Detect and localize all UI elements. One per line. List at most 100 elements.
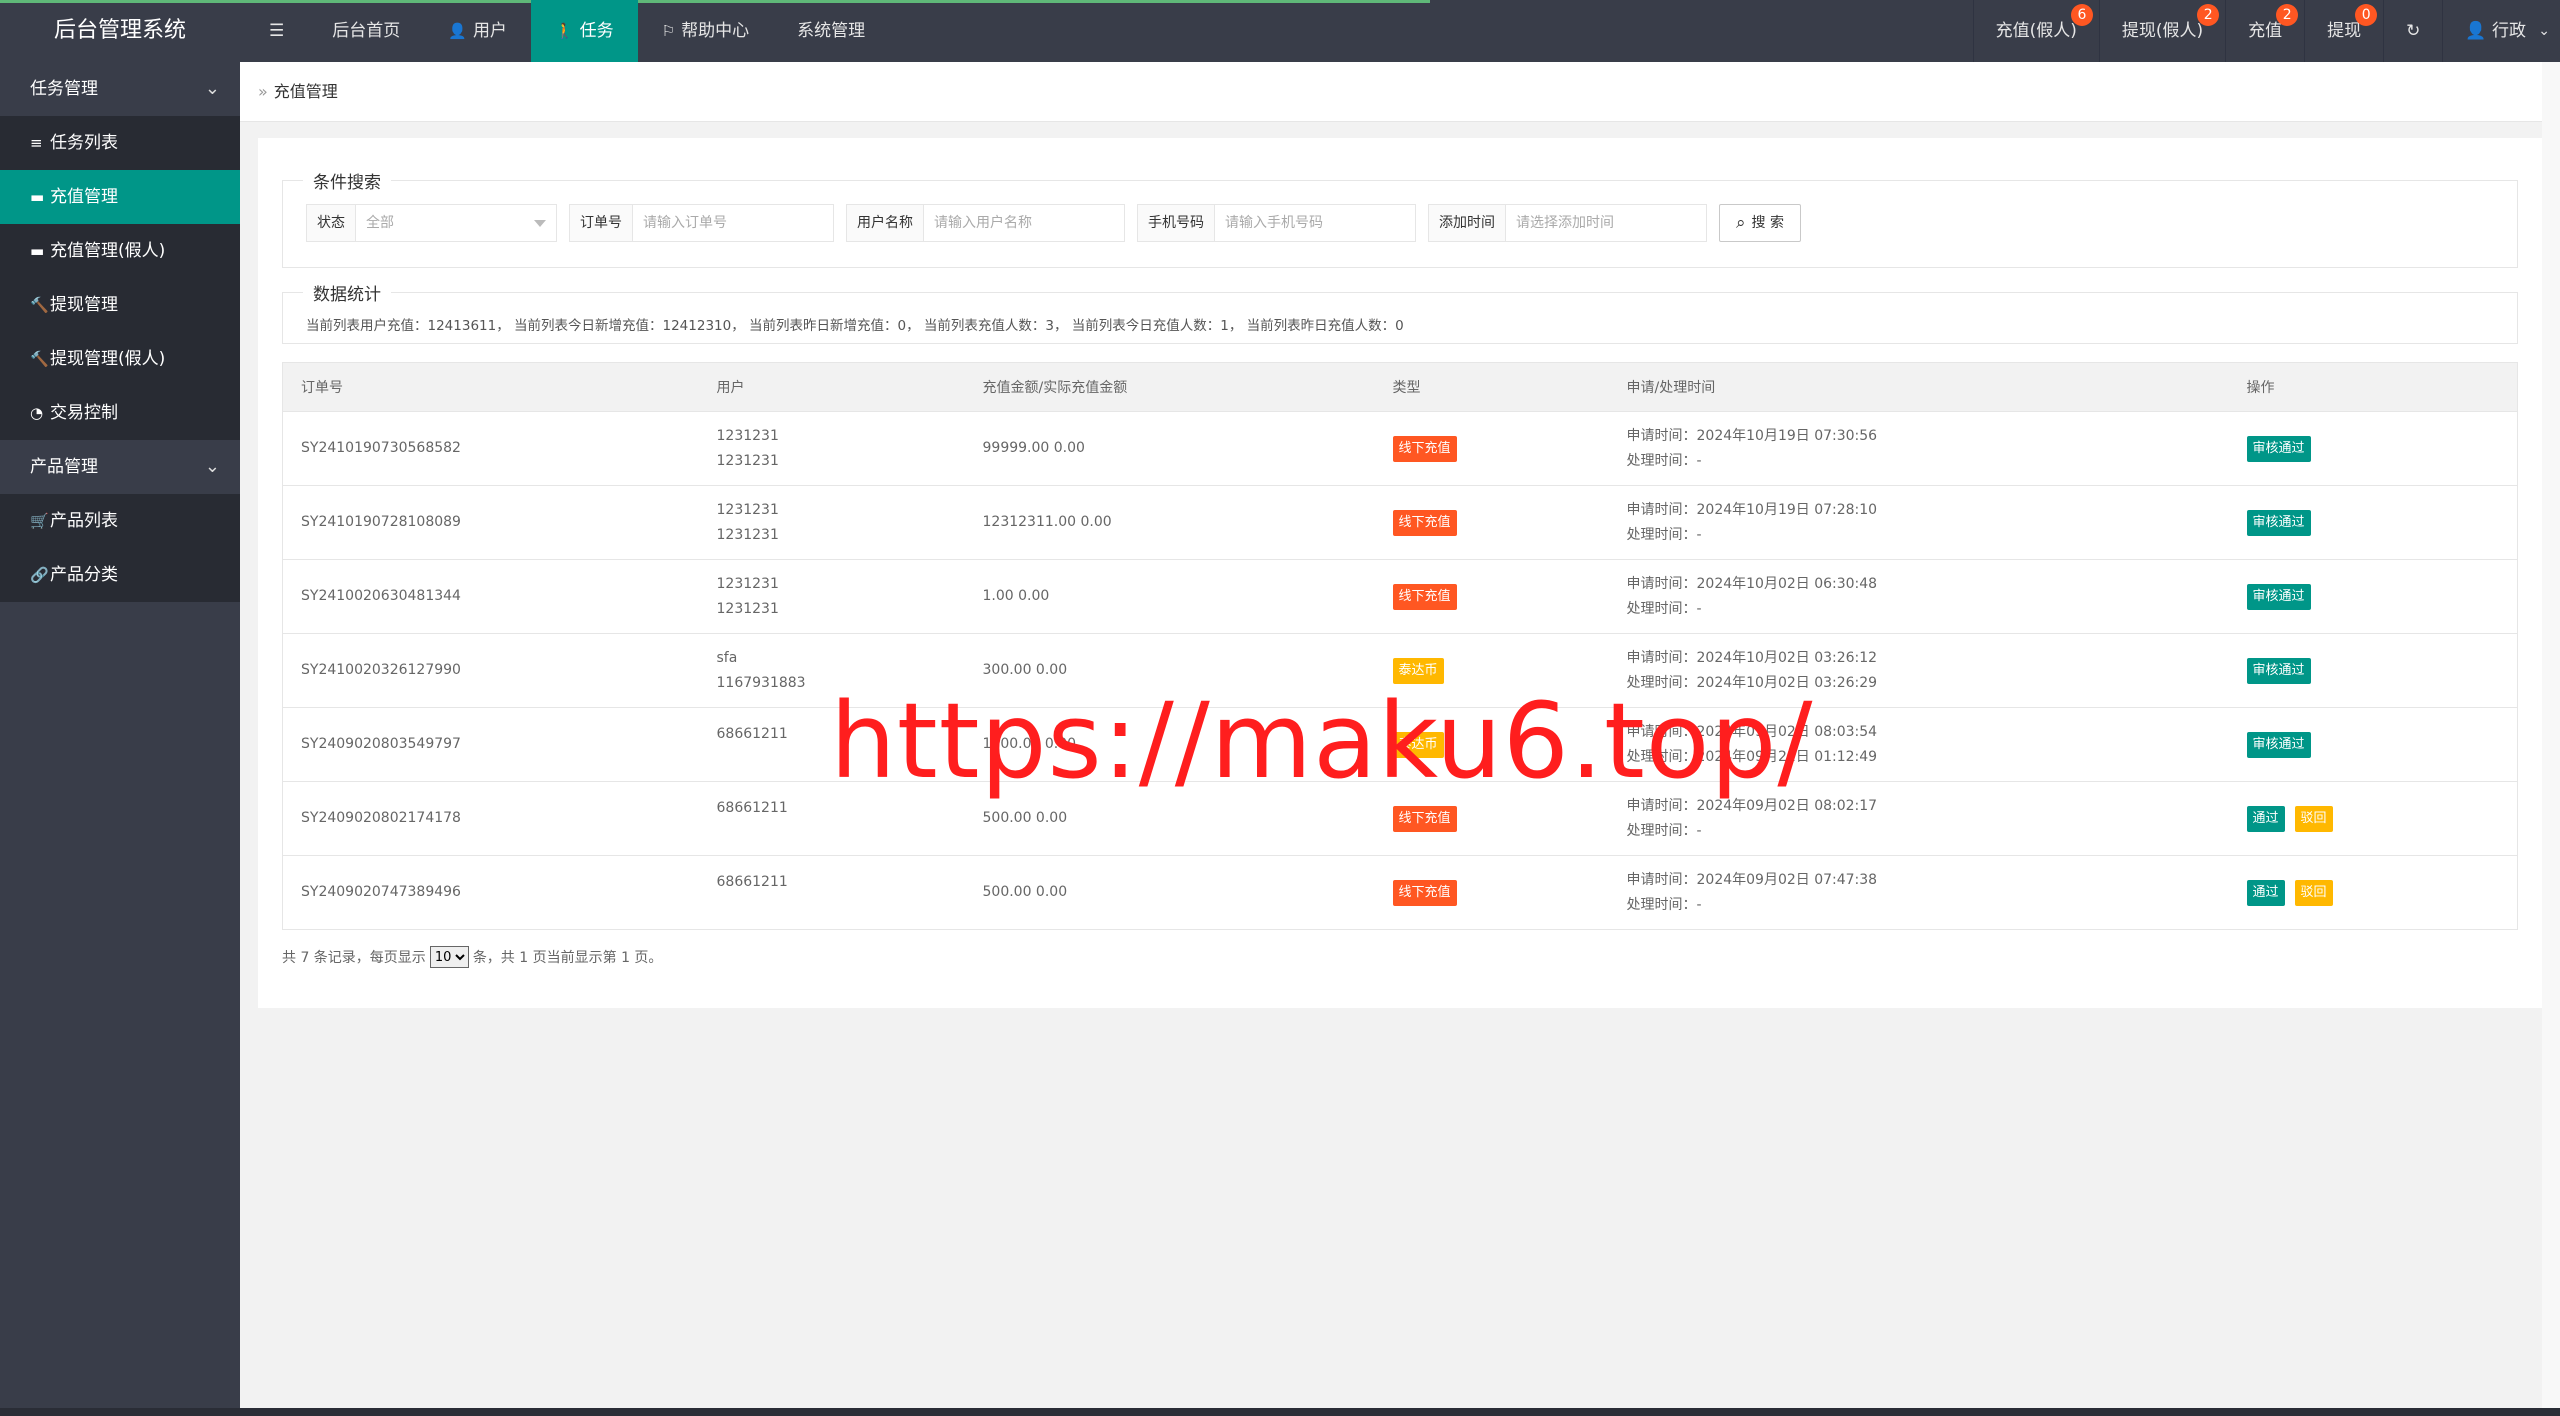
table-row: SY2409020747389496 68661211 500.00 0.00 … xyxy=(282,855,2518,930)
order-cell: SY2410020630481344 xyxy=(282,559,699,634)
nav-home[interactable]: 后台首页 xyxy=(308,0,424,62)
stats-fieldset: 数据统计 xyxy=(282,280,2518,344)
stats-text: 当前列表用户充值：12413611， 当前列表今日新增充值：12412310， … xyxy=(306,318,1404,334)
refresh-button[interactable]: ↻ xyxy=(2383,0,2442,62)
caret-down-icon xyxy=(534,220,546,227)
user-icon: 👤 xyxy=(2465,21,2487,41)
actions-cell: 审核通过 xyxy=(2228,707,2518,782)
time-cell: 申请时间：2024年10月02日 06:30:48 处理时间：- xyxy=(1608,559,2229,634)
amount-cell: 99999.00 0.00 xyxy=(964,411,1375,486)
order-input[interactable] xyxy=(633,205,833,241)
table-row: SY2410190730568582 1231231 1231231 99999.… xyxy=(282,411,2518,486)
sidebar-item-withdraw[interactable]: 🔨提现管理 xyxy=(0,278,240,332)
count-badge: 6 xyxy=(2070,4,2093,26)
pass-button[interactable]: 通过 xyxy=(2246,879,2285,906)
chevron-down-icon: ⌄ xyxy=(204,456,220,477)
approve-button[interactable]: 审核通过 xyxy=(2246,509,2311,536)
sidebar-item-recharge-fake[interactable]: ▬ 充值管理(假人) xyxy=(0,224,240,278)
reject-button[interactable]: 驳回 xyxy=(2294,879,2333,906)
approve-button[interactable]: 审核通过 xyxy=(2246,657,2311,684)
phone-input[interactable] xyxy=(1215,205,1415,241)
approve-button[interactable]: 审核通过 xyxy=(2246,583,2311,610)
chevron-down-icon: ⌄ xyxy=(204,78,220,99)
col-user: 用户 xyxy=(698,362,965,412)
nav-task[interactable]: 🚶 任务 xyxy=(530,0,638,62)
search-button[interactable]: ⌕ 搜 索 xyxy=(1719,204,1801,242)
count-badge: 2 xyxy=(2276,4,2299,26)
username-filter: 用户名称 xyxy=(846,204,1125,242)
type-cell: 线下充值 xyxy=(1374,855,1609,930)
col-order: 订单号 xyxy=(282,362,699,412)
pagination: 共 7 条记录，每页显示 10 条，共 1 页当前显示第 1 页。 xyxy=(282,946,662,968)
nav-system[interactable]: 系统管理 xyxy=(773,0,889,62)
pass-button[interactable]: 通过 xyxy=(2246,805,2285,832)
type-cell: 线下充值 xyxy=(1374,559,1609,634)
sidebar-item-product-category[interactable]: 🔗产品分类 xyxy=(0,548,240,602)
cart-icon: 🛒 xyxy=(30,512,49,530)
list-icon: ≡ xyxy=(30,134,43,152)
sidebar-item-product-list[interactable]: 🛒产品列表 xyxy=(0,494,240,548)
breadcrumb: » 充值管理 xyxy=(240,62,2560,122)
approve-button[interactable]: 审核通过 xyxy=(2246,435,2311,462)
time-label: 添加时间 xyxy=(1429,205,1506,241)
phone-label: 手机号码 xyxy=(1138,205,1215,241)
order-label: 订单号 xyxy=(570,205,633,241)
type-tag: 线下充值 xyxy=(1392,879,1457,906)
breadcrumb-current: 充值管理 xyxy=(273,82,338,101)
table-row: SY2410190728108089 1231231 1231231 123123… xyxy=(282,485,2518,560)
order-cell: SY2410020326127990 xyxy=(282,633,699,708)
type-tag: 线下充值 xyxy=(1392,435,1457,462)
status-select[interactable]: 全部 xyxy=(356,205,556,241)
sidebar-item-recharge[interactable]: ▬ 充值管理 xyxy=(0,170,240,224)
walk-icon: 🚶 xyxy=(554,22,574,40)
actions-cell: 通过 驳回 xyxy=(2228,855,2518,930)
sidebar-item-trade-control[interactable]: ◔ 交易控制 xyxy=(0,386,240,440)
nav-recharge-fake[interactable]: 充值(假人) 6 xyxy=(1972,0,2099,62)
nav-withdraw-fake[interactable]: 提现(假人) 2 xyxy=(2098,0,2225,62)
taskbar-strip xyxy=(0,1408,2560,1416)
time-cell: 申请时间：2024年10月19日 07:28:10 处理时间：- xyxy=(1608,485,2229,560)
nav-user[interactable]: 👤 用户 xyxy=(424,0,531,62)
approve-button[interactable]: 审核通过 xyxy=(2246,731,2311,758)
actions-cell: 审核通过 xyxy=(2228,411,2518,486)
type-tag: 线下充值 xyxy=(1392,805,1457,832)
status-filter: 状态 全部 xyxy=(306,204,557,242)
sidebar-item-task-list[interactable]: ≡ 任务列表 xyxy=(0,116,240,170)
scrollbar[interactable] xyxy=(2542,62,2560,1408)
order-filter: 订单号 xyxy=(569,204,834,242)
double-chevron-icon: » xyxy=(258,82,268,101)
sidebar-group-product[interactable]: 产品管理 ⌄ xyxy=(0,440,240,494)
time-input[interactable] xyxy=(1506,205,1706,241)
search-form: 状态 全部 订单号 用户名称 手机号码 添加时间 ⌕搜 索 xyxy=(306,204,1801,242)
col-amount: 充值金额/实际充值金额 xyxy=(964,362,1375,412)
order-cell: SY2410190730568582 xyxy=(282,411,699,486)
username-input[interactable] xyxy=(924,205,1124,241)
nav-recharge[interactable]: 充值 2 xyxy=(2225,0,2304,62)
chat-icon: ▬ xyxy=(30,188,45,206)
nav-help[interactable]: ⚐ 帮助中心 xyxy=(638,0,773,62)
user-menu[interactable]: 👤 行政 ⌄ xyxy=(2442,0,2560,62)
actions-cell: 审核通过 xyxy=(2228,559,2518,634)
count-badge: 0 xyxy=(2355,4,2378,26)
link-icon: 🔗 xyxy=(30,566,49,584)
gavel-icon: 🔨 xyxy=(30,296,49,314)
chevron-down-icon: ⌄ xyxy=(2538,23,2550,39)
col-actions: 操作 xyxy=(2228,362,2518,412)
reject-button[interactable]: 驳回 xyxy=(2294,805,2333,832)
sidebar-group-task[interactable]: 任务管理 ⌄ xyxy=(0,62,240,116)
top-nav: ☰ 后台首页 👤 用户 🚶 任务 ⚐ 帮助中心 系统管理 xyxy=(245,0,889,62)
nav-withdraw[interactable]: 提现 0 xyxy=(2304,0,2383,62)
order-cell: SY2409020747389496 xyxy=(282,855,699,930)
type-tag: 线下充值 xyxy=(1392,583,1457,610)
user-cell: 1231231 1231231 xyxy=(698,559,965,634)
hamburger-icon: ☰ xyxy=(269,21,285,41)
user-cell: 1231231 1231231 xyxy=(698,485,965,560)
app-logo: 后台管理系统 xyxy=(53,18,186,43)
menu-toggle-button[interactable]: ☰ xyxy=(245,0,308,62)
order-cell: SY2410190728108089 xyxy=(282,485,699,560)
time-filter: 添加时间 xyxy=(1428,204,1707,242)
header-right: 充值(假人) 6 提现(假人) 2 充值 2 提现 0 ↻ 👤 行政 ⌄ xyxy=(1972,0,2560,62)
chat-icon: ▬ xyxy=(30,242,45,260)
sidebar-item-withdraw-fake[interactable]: 🔨提现管理(假人) xyxy=(0,332,240,386)
page-size-select[interactable]: 10 xyxy=(429,946,469,968)
